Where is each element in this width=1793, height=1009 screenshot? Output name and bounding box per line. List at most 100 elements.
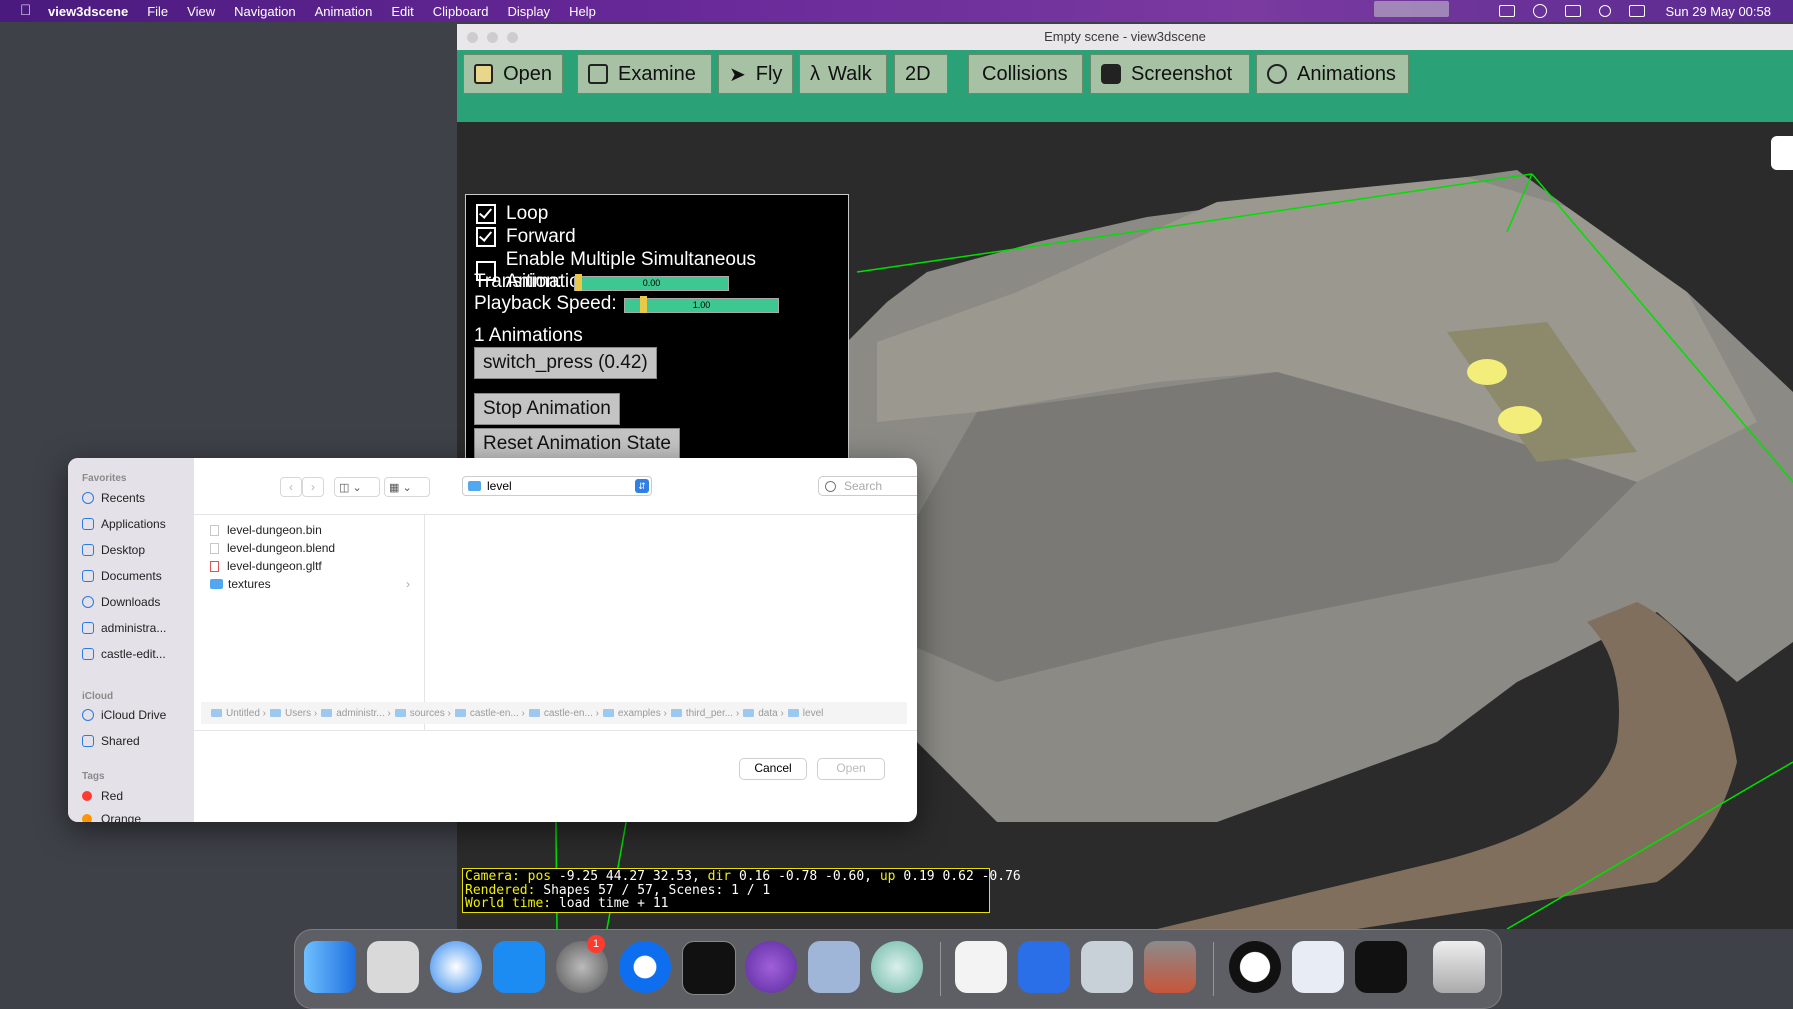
list-item[interactable]: textures › [210, 577, 410, 591]
finder-icon[interactable] [304, 941, 356, 993]
reset-animation-state-button[interactable]: Reset Animation State [474, 428, 680, 460]
transition-slider[interactable]: 0.00 [574, 274, 729, 291]
list-item[interactable]: level-dungeon.gltf [210, 559, 322, 573]
collisions-button[interactable]: Collisions [968, 54, 1083, 94]
xcode-icon[interactable] [1018, 941, 1070, 993]
dialog-toolbar: ‹ › ◫ ⌄ ▦ ⌄ level ⇵ Search [194, 458, 917, 515]
folder-icon [270, 709, 282, 717]
sidebar-item-applications[interactable]: Applications [82, 517, 166, 531]
location-popup[interactable]: level ⇵ [462, 476, 652, 496]
path-segment[interactable]: administr... › [321, 708, 391, 719]
path-segment[interactable]: level [787, 708, 823, 719]
examine-button[interactable]: Examine [577, 54, 712, 94]
playback-speed-slider-knob[interactable] [639, 296, 647, 313]
screen-mirror-icon[interactable] [1499, 5, 1516, 17]
app-store-icon[interactable] [493, 941, 545, 993]
transition-slider-knob[interactable] [575, 274, 582, 291]
back-button[interactable]: ‹ [280, 477, 302, 497]
open-file-button[interactable]: Open [817, 758, 885, 780]
path-segment[interactable]: castle-en... › [454, 708, 525, 719]
menu-clipboard[interactable]: Clipboard [433, 4, 489, 19]
forward-button[interactable]: › [302, 477, 324, 497]
playback-speed-value: 1.00 [692, 300, 711, 310]
clock[interactable]: Sun 29 May 00:58 [1665, 4, 1771, 19]
sidebar-tag-orange[interactable]: Orange [82, 812, 141, 822]
menu-navigation[interactable]: Navigation [234, 4, 295, 19]
window-thumbnail-icon[interactable] [1292, 941, 1344, 993]
menu-view[interactable]: View [187, 4, 215, 19]
preview-icon[interactable] [1081, 941, 1133, 993]
sidebar-item-shared[interactable]: Shared [82, 734, 140, 748]
fly-button[interactable]: ➤ Fly [718, 54, 793, 94]
path-segment[interactable]: examples › [602, 708, 667, 719]
path-segment[interactable]: Users › [270, 708, 317, 719]
gear-icon[interactable] [808, 941, 860, 993]
animations-button[interactable]: Animations [1256, 54, 1409, 94]
loop-checkbox-row[interactable]: Loop [476, 203, 548, 225]
castle-game-engine-icon[interactable] [1144, 941, 1196, 993]
path-segment-label: third_per... [685, 707, 734, 719]
sidebar-item-icloud-drive[interactable]: iCloud Drive [82, 708, 166, 722]
dialog-sidebar: Favorites Recents Applications Desktop D… [68, 458, 194, 822]
control-center-icon[interactable] [1629, 5, 1646, 17]
playback-speed-slider[interactable]: 1.00 [624, 296, 779, 313]
path-segment[interactable]: castle-en... › [528, 708, 599, 719]
forward-checkbox[interactable] [476, 227, 496, 247]
menu-edit[interactable]: Edit [391, 4, 413, 19]
launchpad-icon[interactable] [367, 941, 419, 993]
2d-button[interactable]: 2D [894, 54, 948, 94]
menu-app-name[interactable]: view3dscene [48, 4, 128, 19]
sidebar-item-documents[interactable]: Documents [82, 569, 162, 583]
moon-icon[interactable] [871, 941, 923, 993]
cancel-button[interactable]: Cancel [739, 758, 807, 780]
screenshot-button[interactable]: Screenshot [1090, 54, 1250, 94]
menu-help[interactable]: Help [569, 4, 596, 19]
menu-animation[interactable]: Animation [315, 4, 373, 19]
view-mode-button[interactable]: ◫ ⌄ [334, 477, 380, 497]
apple-icon[interactable]:  [20, 3, 34, 18]
terminal-icon[interactable] [682, 941, 736, 995]
sidebar-tag-red[interactable]: Red [82, 789, 123, 803]
home-icon [82, 622, 94, 634]
transition-value: 0.00 [642, 278, 661, 288]
path-segment[interactable]: data › [743, 708, 784, 719]
camera-status-overlay: Camera: pos -9.25 44.27 32.53, dir 0.16 … [462, 868, 1021, 913]
teamviewer-icon[interactable] [619, 941, 671, 993]
search-field[interactable]: Search [818, 476, 917, 496]
spotlight-icon[interactable] [1599, 5, 1612, 17]
animations-label: Animations [1297, 62, 1396, 85]
open-file-dialog: Favorites Recents Applications Desktop D… [68, 458, 917, 822]
menu-file[interactable]: File [147, 4, 168, 19]
folder-icon [787, 709, 799, 717]
path-segment[interactable]: Untitled › [211, 708, 266, 719]
loop-checkbox[interactable] [476, 204, 496, 224]
menu-display[interactable]: Display [507, 4, 550, 19]
monkey-app-icon[interactable] [1229, 941, 1281, 993]
sidebar-item-downloads[interactable]: Downloads [82, 595, 160, 609]
teamviewer-side-tab-icon[interactable] [1771, 136, 1793, 170]
sidebar-item-recents[interactable]: Recents [82, 491, 145, 505]
safari-icon[interactable] [430, 941, 482, 993]
emacs-icon[interactable] [745, 941, 797, 993]
path-segment[interactable]: sources › [394, 708, 451, 719]
list-item[interactable]: level-dungeon.blend [210, 541, 335, 555]
list-item[interactable]: level-dungeon.bin [210, 523, 322, 537]
display-icon[interactable] [1565, 5, 1582, 17]
animation-switch-press-button[interactable]: switch_press (0.42) [474, 347, 657, 379]
playback-speed-label: Playback Speed: [474, 293, 617, 314]
collisions-label: Collisions [982, 62, 1068, 85]
sidebar-item-castle-editor[interactable]: castle-edit... [82, 647, 166, 661]
sidebar-item-home[interactable]: administra... [82, 621, 166, 635]
terminal-window-thumbnail-icon[interactable] [1355, 941, 1407, 993]
group-button[interactable]: ▦ ⌄ [384, 477, 430, 497]
trash-icon[interactable] [1433, 941, 1485, 993]
forward-checkbox-row[interactable]: Forward [476, 226, 576, 248]
path-segment[interactable]: third_per... › [670, 707, 739, 719]
sidebar-item-desktop[interactable]: Desktop [82, 543, 145, 557]
menu-extras-icon[interactable] [1374, 1, 1449, 17]
teamviewer-status-icon[interactable] [1533, 4, 1548, 18]
open-button[interactable]: Open [463, 54, 563, 94]
walk-button[interactable]: λ Walk [799, 54, 887, 94]
textedit-icon[interactable] [955, 941, 1007, 993]
stop-animation-button[interactable]: Stop Animation [474, 393, 620, 425]
